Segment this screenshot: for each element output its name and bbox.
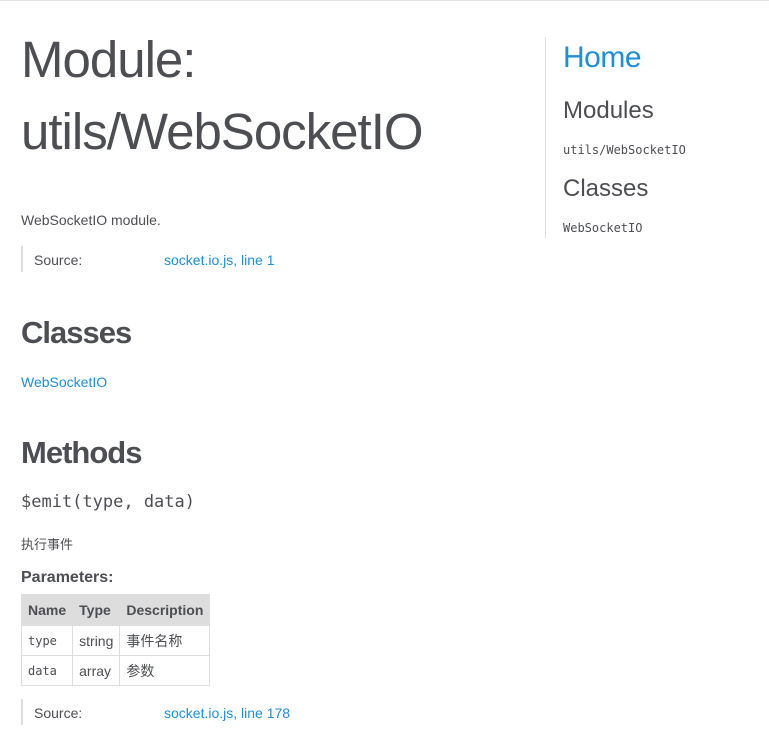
source-line-link[interactable]: line 178 — [241, 705, 290, 721]
source-label: Source: — [34, 252, 83, 268]
sidebar-item-module-websocketio[interactable]: utils/WebSocketIO — [563, 143, 686, 157]
table-row: type string 事件名称 — [20, 625, 211, 656]
source-file-link[interactable]: socket.io.js — [164, 252, 233, 268]
sidebar-nav: Home Modules utils/WebSocketIO Classes W… — [545, 37, 766, 238]
source-label: Source: — [34, 705, 83, 721]
sidebar-modules-heading: Modules — [563, 97, 654, 124]
method-signature: $emit(type, data) — [21, 492, 195, 512]
source-link[interactable]: socket.io.js, line 178 — [164, 705, 290, 721]
home-link[interactable]: Home — [563, 41, 642, 75]
page-title-line2: utils/WebSocketIO — [21, 103, 424, 160]
param-name: type — [20, 625, 74, 656]
module-description: WebSocketIO module. — [21, 212, 161, 228]
sidebar-classes-heading: Classes — [563, 175, 649, 202]
source-info-method: Source: socket.io.js, line 178 — [21, 699, 423, 725]
param-type: array — [72, 655, 121, 686]
table-row: data array 参数 — [20, 655, 211, 686]
source-info-module: Source: socket.io.js, line 1 — [21, 246, 423, 272]
sidebar-item-class-websocketio[interactable]: WebSocketIO — [563, 221, 642, 235]
table-header-row: Name Type Description — [20, 594, 211, 626]
top-border — [0, 0, 769, 1]
methods-heading: Methods — [21, 435, 142, 470]
param-description: 事件名称 — [119, 625, 211, 656]
source-link[interactable]: socket.io.js, line 1 — [164, 252, 275, 268]
source-file-link[interactable]: socket.io.js — [164, 705, 233, 721]
page-title-line1: Module: — [21, 31, 196, 88]
classes-heading: Classes — [21, 315, 132, 350]
source-line-link[interactable]: line 1 — [241, 252, 274, 268]
source-separator: , — [233, 705, 242, 721]
class-link-websocketio[interactable]: WebSocketIO — [21, 374, 107, 390]
source-separator: , — [233, 252, 242, 268]
param-name: data — [20, 655, 74, 686]
param-description: 参数 — [119, 655, 211, 686]
page-title: Module: utils/WebSocketIO — [21, 24, 424, 168]
parameters-table: Name Type Description type string 事件名称 d… — [20, 594, 211, 686]
param-type: string — [72, 625, 121, 656]
column-header-description: Description — [119, 594, 211, 626]
parameters-label: Parameters: — [21, 569, 114, 586]
column-header-name: Name — [20, 594, 74, 626]
method-description: 执行事件 — [21, 537, 74, 552]
column-header-type: Type — [72, 594, 121, 626]
